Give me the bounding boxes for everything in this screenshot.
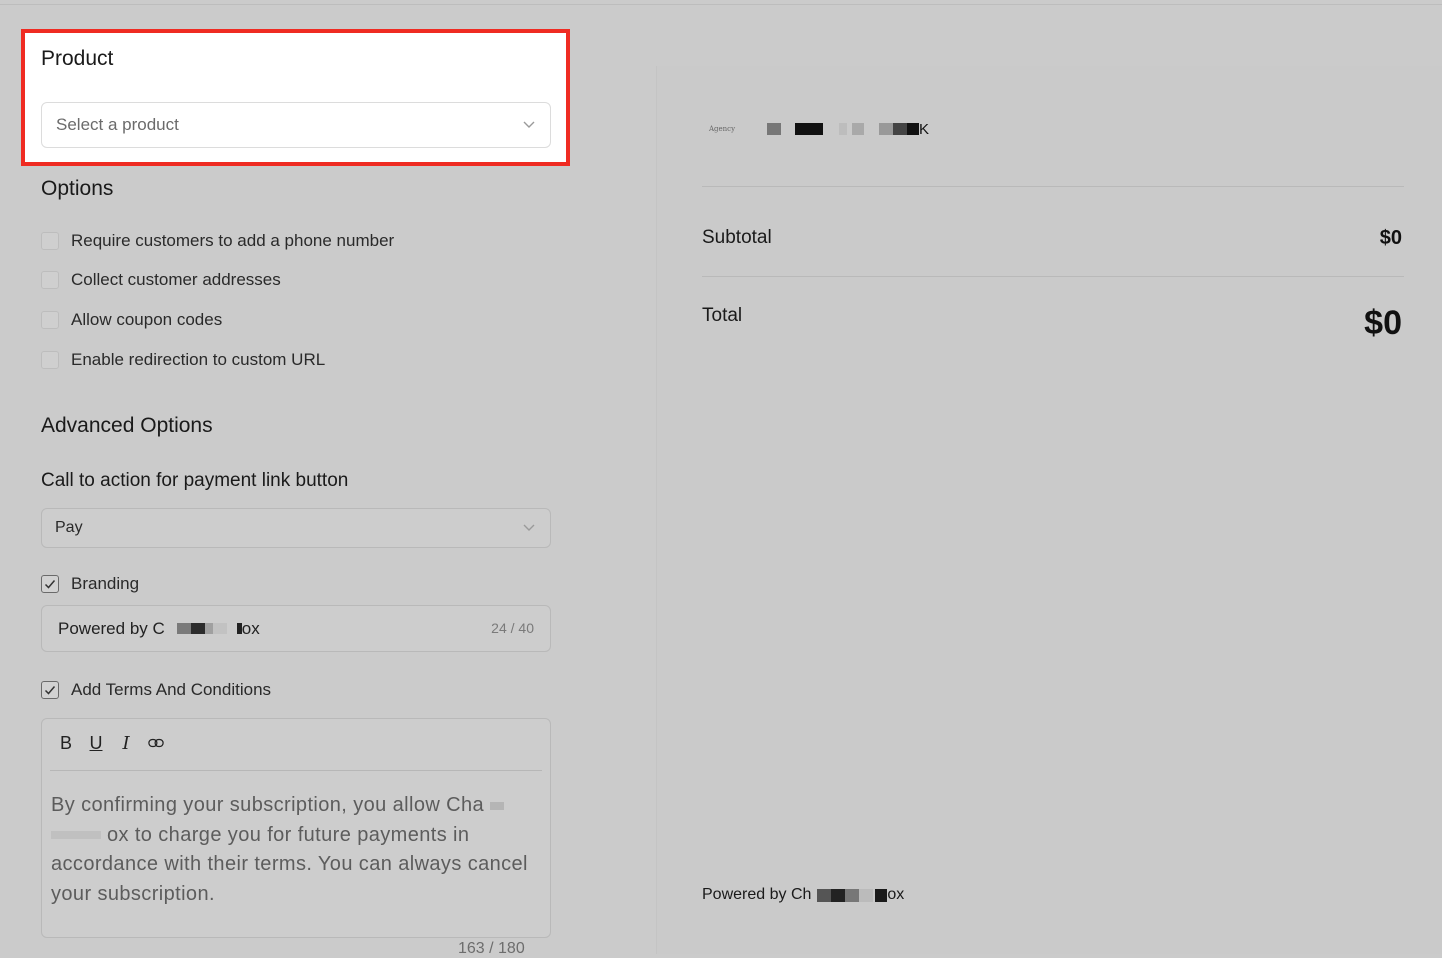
redacted-block (859, 888, 874, 902)
redacted-block (490, 801, 505, 810)
option-address-label: Collect customer addresses (71, 270, 281, 289)
checkbox-phone[interactable] (41, 232, 59, 250)
redacted-block (845, 888, 860, 902)
subtotal-value: $0 (1379, 227, 1402, 249)
checkbox-terms[interactable] (41, 681, 59, 699)
checkbox-branding[interactable] (41, 575, 59, 593)
advanced-options-title: Advanced Options (41, 414, 213, 437)
powered-prefix: Powered by Ch (702, 886, 812, 903)
options-title: Options (41, 177, 114, 200)
merchant-logo: Agency K (709, 121, 949, 141)
editor-divider (50, 770, 542, 771)
redacted-block (879, 123, 893, 135)
option-phone[interactable]: Require customers to add a phone number (41, 231, 394, 251)
link-button[interactable] (148, 733, 164, 753)
product-title: Product (41, 47, 114, 70)
product-section: Product Select a product (21, 29, 570, 166)
terms-label: Add Terms And Conditions (71, 680, 272, 699)
checkout-preview: Agency K Subtotal $0 Total $0 Powered by… (657, 66, 1442, 954)
terms-text[interactable]: By confirming your subscription, you all… (51, 791, 531, 909)
product-select-placeholder: Select a product (56, 115, 179, 134)
option-address[interactable]: Collect customer addresses (41, 270, 281, 290)
redacted-block (795, 123, 823, 135)
redacted-block (839, 123, 847, 135)
chevron-down-icon (523, 121, 535, 128)
branding-char-count: 24 / 40 (491, 620, 534, 636)
powered-by-footer: Powered by Ch ox (702, 886, 904, 904)
redacted-block (51, 831, 101, 840)
terms-text-part-1: By confirming your subscription, you all… (51, 794, 485, 816)
checkbox-coupon[interactable] (41, 311, 59, 329)
terms-toggle[interactable]: Add Terms And Conditions (41, 680, 271, 700)
settings-panel: Product Select a product Options Require… (0, 0, 640, 957)
redacted-block (204, 623, 213, 634)
option-redirect-label: Enable redirection to custom URL (71, 350, 326, 369)
powered-suffix: ox (887, 886, 905, 903)
italic-button[interactable]: I (118, 733, 134, 754)
chevron-down-icon (523, 524, 535, 531)
redacted-block (907, 123, 919, 135)
redacted-block (190, 623, 205, 634)
redacted-block (767, 123, 781, 135)
link-icon (148, 738, 164, 748)
option-coupon[interactable]: Allow coupon codes (41, 310, 222, 330)
checkbox-address[interactable] (41, 271, 59, 289)
cta-select[interactable]: Pay (41, 508, 551, 548)
terms-char-count: 163 / 180 (458, 940, 525, 957)
bold-button[interactable]: B (58, 733, 74, 753)
branding-toggle[interactable]: Branding (41, 574, 139, 594)
editor-toolbar: B U I (58, 733, 164, 754)
cta-select-value: Pay (55, 519, 83, 536)
total-value: $0 (1364, 304, 1402, 342)
branding-input[interactable]: Powered by C ox 24 / 40 (41, 605, 551, 652)
redacted-block (831, 888, 846, 902)
underline-button[interactable]: U (88, 733, 104, 753)
redacted-block (852, 123, 864, 135)
branding-suffix: ox (241, 618, 260, 638)
branding-label: Branding (71, 574, 140, 593)
option-coupon-label: Allow coupon codes (71, 310, 223, 329)
terms-text-part-2: ox to charge you for future payments in … (51, 823, 528, 905)
option-phone-label: Require customers to add a phone number (71, 231, 395, 250)
terms-editor[interactable]: B U I By confirming your subscription, y… (41, 718, 551, 938)
redacted-block (893, 123, 907, 135)
subtotal-label: Subtotal (702, 227, 772, 248)
option-redirect[interactable]: Enable redirection to custom URL (41, 350, 325, 370)
check-icon (44, 686, 56, 695)
redacted-block (817, 888, 832, 902)
preview-divider (702, 186, 1404, 187)
redacted-block (176, 623, 191, 634)
logo-text: Agency (709, 125, 736, 133)
checkbox-redirect[interactable] (41, 351, 59, 369)
branding-prefix: Powered by C (58, 618, 165, 638)
product-select[interactable]: Select a product (41, 102, 551, 148)
check-icon (44, 580, 56, 589)
branding-input-value: Powered by C ox (42, 619, 260, 639)
redacted-block (875, 888, 888, 902)
cta-label: Call to action for payment link button (41, 470, 349, 491)
total-label: Total (702, 305, 743, 326)
logo-suffix: K (919, 121, 930, 138)
preview-divider (702, 276, 1404, 277)
redacted-block (212, 623, 227, 634)
